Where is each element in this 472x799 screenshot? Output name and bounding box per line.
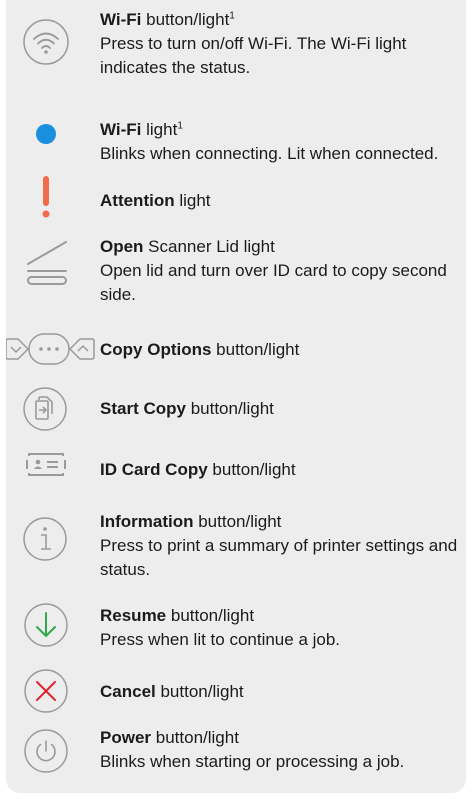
power-icon [24,729,68,773]
item-title: Power button/light [100,728,239,747]
wifi-status-dot-icon [36,124,56,144]
id-card-icon [26,453,66,476]
footnote-mark: 1 [229,10,235,22]
item-title: Start Copy button/light [100,399,274,418]
copy-options-icon [6,333,95,365]
item-title: Cancel button/light [100,682,244,701]
footnote-mark: 1 [177,120,183,132]
start-copy-icon [23,387,67,431]
information-icon [23,517,67,561]
resume-arrow-icon [24,603,68,647]
item-description: Press to turn on/off Wi-Fi. The Wi-Fi li… [100,34,407,77]
item-title: Copy Options button/light [100,340,300,359]
item-title: Attention light [100,191,211,210]
cancel-x-icon [24,669,68,713]
control-panel-legend: Wi-Fi button/light1 Press to turn on/off… [6,0,466,793]
item-title: Open Scanner Lid light [100,237,275,256]
item-title: ID Card Copy button/light [100,460,296,479]
wifi-icon [23,19,69,65]
item-description: Open lid and turn over ID card to copy s… [100,261,447,304]
item-description: Press to print a summary of printer sett… [100,536,458,579]
item-description: Press when lit to continue a job. [100,630,341,649]
item-title: Resume button/light [100,606,255,625]
attention-exclamation-icon [42,176,50,218]
item-title: Information button/light [100,512,282,531]
item-title: Wi-Fi button/light1 [100,10,235,29]
item-description: Blinks when starting or processing a job… [100,752,405,771]
open-scanner-lid-icon [27,241,67,285]
item-title: Wi-Fi light1 [100,120,183,139]
item-description: Blinks when connecting. Lit when connect… [100,144,439,163]
